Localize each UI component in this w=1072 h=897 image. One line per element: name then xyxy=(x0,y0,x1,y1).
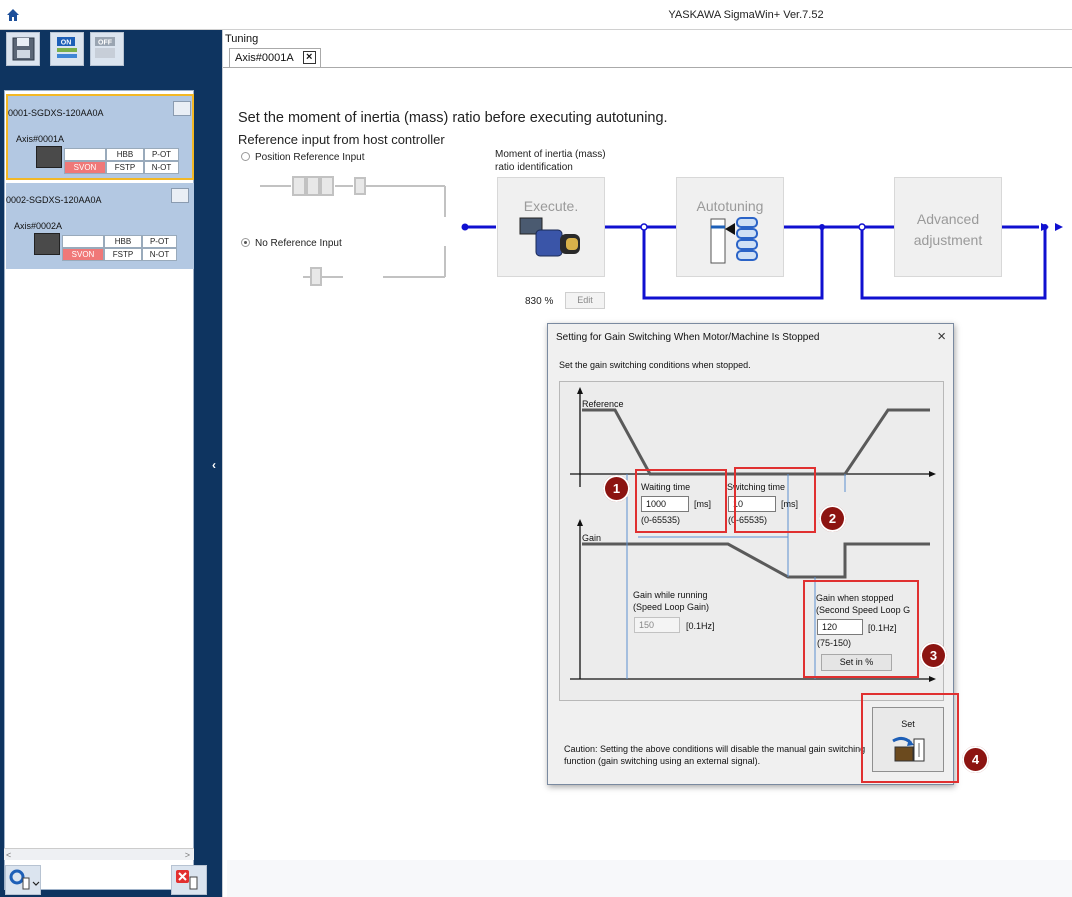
window-title: YASKAWA SigmaWin+ Ver.7.52 xyxy=(668,9,824,21)
device-card-0001[interactable]: 0001-SGDXS-120AA0A Axis#0001A HBB P-OT S… xyxy=(6,94,194,180)
servo-drive-icon xyxy=(34,233,60,255)
servo-on-icon: ON xyxy=(57,37,77,58)
status-blank xyxy=(64,148,106,161)
status-grid: HBB P-OT SVON FSTP N-OT xyxy=(64,148,179,174)
chevron-left-icon: ‹ xyxy=(212,458,216,472)
servo-off-icon: OFF xyxy=(95,37,115,58)
execute-label: Execute. xyxy=(523,198,579,214)
callout-box-switching-time xyxy=(734,467,816,533)
title-bar: YASKAWA SigmaWin+ Ver.7.52 xyxy=(0,0,1072,30)
close-icon[interactable]: × xyxy=(937,328,946,345)
remove-device-icon xyxy=(176,870,198,890)
sidebar-toolbar: ON OFF xyxy=(0,30,211,70)
callout-badge-4: 4 xyxy=(962,746,989,773)
status-not: N-OT xyxy=(144,161,179,174)
axis-label: Axis#0001A xyxy=(16,134,65,144)
status-not: N-OT xyxy=(142,248,177,261)
status-svon: SVON xyxy=(62,248,104,261)
dialog-title: Setting for Gain Switching When Motor/Ma… xyxy=(556,332,820,343)
gain-running-label: Gain while running xyxy=(633,590,708,600)
callout-box-waiting-time xyxy=(635,469,727,533)
status-blank xyxy=(62,235,104,248)
status-band xyxy=(227,860,1072,897)
status-fstp: FSTP xyxy=(106,161,144,174)
gain-axis-label: Gain xyxy=(582,533,602,543)
gain-running-sublabel: (Speed Loop Gain) xyxy=(633,602,710,612)
advanced-adjustment-button[interactable]: Advanced adjustment xyxy=(894,177,1002,277)
caution-line1: Caution: Setting the above conditions wi… xyxy=(564,744,866,754)
status-grid: HBB P-OT SVON FSTP N-OT xyxy=(62,235,177,261)
advanced-label-line2: adjustment xyxy=(913,232,983,248)
reference-axis-label: Reference xyxy=(582,399,624,409)
execute-button[interactable]: Execute. xyxy=(497,177,605,277)
gain-curve xyxy=(582,542,930,579)
caution-text: Caution: Setting the above conditions wi… xyxy=(564,743,874,767)
axis-label: Axis#0002A xyxy=(14,221,63,231)
callout-badge-2: 2 xyxy=(819,505,846,532)
advanced-label-line1: Advanced xyxy=(916,211,980,227)
device-card-0002[interactable]: 0002-SGDXS-120AA0A Axis#0002A HBB P-OT S… xyxy=(6,183,194,269)
status-pot: P-OT xyxy=(142,235,177,248)
status-hbb: HBB xyxy=(106,148,144,161)
status-fstp: FSTP xyxy=(104,248,142,261)
callout-box-set xyxy=(861,693,959,783)
servo-off-button[interactable]: OFF xyxy=(90,32,124,66)
callout-box-gain-stopped xyxy=(803,580,919,678)
device-sidebar: ON OFF 0001-SGDXS-120AA0A Axis#0001A HBB… xyxy=(0,30,211,897)
servo-drive-icon xyxy=(36,146,62,168)
monitor-icon[interactable] xyxy=(173,101,191,116)
remove-device-button[interactable] xyxy=(171,865,207,895)
horizontal-scrollbar[interactable]: < > xyxy=(4,848,194,860)
servo-off-label: OFF xyxy=(98,40,113,47)
servo-on-label: ON xyxy=(61,40,72,47)
callout-badge-1: 1 xyxy=(603,475,630,502)
monitor-icon[interactable] xyxy=(171,188,189,203)
autotuning-icon xyxy=(710,217,758,264)
autotuning-button[interactable]: Autotuning xyxy=(676,177,784,277)
device-name: 0001-SGDXS-120AA0A xyxy=(8,108,104,118)
inertia-ratio-value: 830 % xyxy=(525,296,554,307)
scroll-right-icon[interactable]: > xyxy=(185,850,190,860)
servo-on-button[interactable]: ON xyxy=(50,32,84,66)
save-button[interactable] xyxy=(6,32,40,66)
add-device-icon xyxy=(9,869,40,890)
motor-icon xyxy=(519,217,580,257)
status-hbb: HBB xyxy=(104,235,142,248)
dialog-subtitle: Set the gain switching conditions when s… xyxy=(559,360,751,370)
status-pot: P-OT xyxy=(144,148,179,161)
device-name: 0002-SGDXS-120AA0A xyxy=(6,195,102,205)
autotuning-label: Autotuning xyxy=(696,198,764,214)
scroll-left-icon[interactable]: < xyxy=(6,850,11,860)
moi-identification-label: Moment of inertia (mass) ratio identific… xyxy=(495,148,606,174)
status-svon: SVON xyxy=(64,161,106,174)
sigmawin-window: YASKAWA SigmaWin+ Ver.7.52 ON OFF 0001-S… xyxy=(0,0,1072,897)
edit-button[interactable]: Edit xyxy=(565,292,605,309)
reference-curve xyxy=(582,408,930,476)
add-device-button[interactable] xyxy=(5,865,41,895)
gain-running-unit: [0.1Hz] xyxy=(686,621,715,631)
moi-label-line1: Moment of inertia (mass) xyxy=(495,149,606,160)
gain-running-input: 150 xyxy=(634,617,680,633)
floppy-disk-icon xyxy=(12,37,35,61)
device-list: 0001-SGDXS-120AA0A Axis#0001A HBB P-OT S… xyxy=(4,90,194,890)
caution-line2: function (gain switching using an extern… xyxy=(564,756,761,766)
moi-label-line2: ratio identification xyxy=(495,162,573,173)
host-controller-icon xyxy=(260,176,446,286)
collapse-sidebar-handle[interactable]: ‹ xyxy=(210,30,222,897)
callout-badge-3: 3 xyxy=(920,642,947,669)
